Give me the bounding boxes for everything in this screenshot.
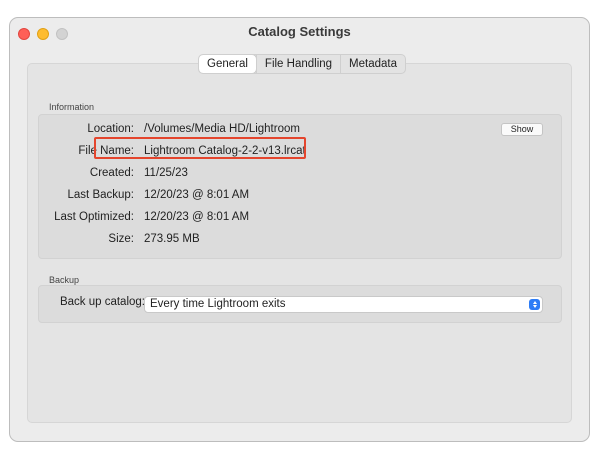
last-optimized-label: Last Optimized: xyxy=(54,211,134,223)
created-label: Created: xyxy=(89,167,134,179)
last-backup-value: 12/20/23 @ 8:01 AM xyxy=(144,189,250,201)
backup-section-title: Backup xyxy=(49,275,80,285)
size-value: 273.95 MB xyxy=(144,233,200,245)
tab-file-handling[interactable]: File Handling xyxy=(255,55,340,73)
backup-frequency-value: Every time Lightroom exits xyxy=(150,298,286,310)
last-optimized-value: 12/20/23 @ 8:01 AM xyxy=(144,211,250,223)
location-label: Location: xyxy=(87,123,134,135)
created-value: 11/25/23 xyxy=(144,167,188,179)
backup-frequency-select[interactable]: Every time Lightroom exits xyxy=(144,296,543,313)
catalog-settings-window: Catalog Settings Information Location: /… xyxy=(9,17,590,442)
tab-metadata[interactable]: Metadata xyxy=(340,55,405,73)
tab-general[interactable]: General xyxy=(199,55,256,73)
title-bar: Catalog Settings xyxy=(10,18,589,50)
settings-tabs: General File Handling Metadata xyxy=(198,54,406,74)
last-backup-label: Last Backup: xyxy=(67,189,134,201)
window-title: Catalog Settings xyxy=(248,24,351,39)
show-location-button[interactable]: Show xyxy=(501,123,543,136)
location-value: /Volumes/Media HD/Lightroom xyxy=(144,123,300,135)
size-row: Size: 273.95 MB xyxy=(39,233,539,249)
up-down-chevron-icon xyxy=(529,299,540,310)
last-optimized-row: Last Optimized: 12/20/23 @ 8:01 AM xyxy=(39,211,539,227)
last-backup-row: Last Backup: 12/20/23 @ 8:01 AM xyxy=(39,189,539,205)
size-label: Size: xyxy=(108,233,134,245)
created-row: Created: 11/25/23 xyxy=(39,167,539,183)
information-box: Location: /Volumes/Media HD/Lightroom Fi… xyxy=(38,114,562,259)
information-section-title: Information xyxy=(49,102,95,112)
backup-catalog-row: Back up catalog: xyxy=(39,296,145,312)
location-highlight-box xyxy=(94,137,306,159)
settings-panel: Information Location: /Volumes/Media HD/… xyxy=(27,63,572,423)
backup-catalog-label: Back up catalog: xyxy=(59,296,145,308)
